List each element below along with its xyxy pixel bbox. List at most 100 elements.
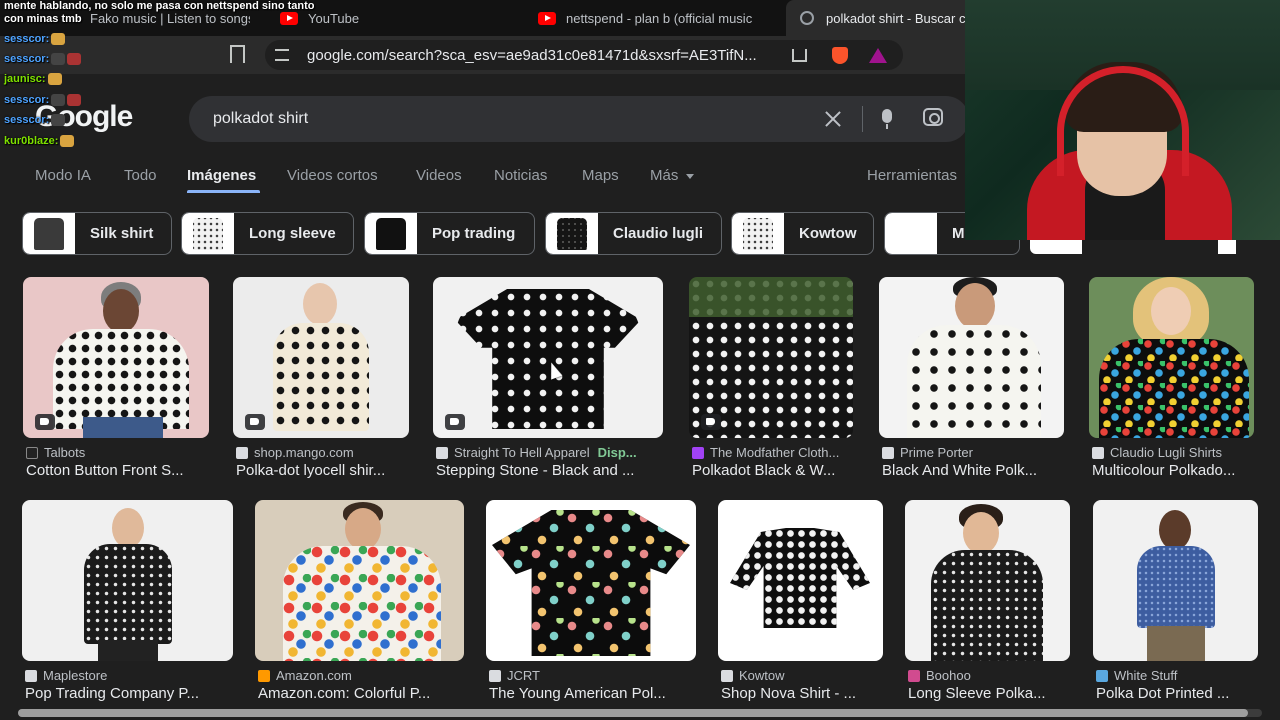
result-image[interactable] [233,277,409,438]
horizontal-scrollbar[interactable] [18,709,1262,717]
result-title[interactable]: Multicolour Polkado... [1092,462,1257,479]
nav-herramientas[interactable]: Herramientas [867,167,957,184]
result-image[interactable] [718,500,883,661]
search-query[interactable]: polkadot shirt [213,110,308,128]
site-settings-icon[interactable] [275,49,289,61]
nav-imagenes[interactable]: Imágenes [187,167,256,184]
image-result[interactable]: Claudio Lugli Shirts Multicolour Polkado… [1089,277,1257,479]
camera-search-icon[interactable] [923,108,943,126]
result-title[interactable]: Polkadot Black & W... [692,462,856,479]
product-tag-icon [445,414,465,430]
chip-kowtow[interactable]: Kowtow [731,212,874,255]
image-result[interactable]: Kowtow Shop Nova Shirt - ... [718,500,883,705]
result-title[interactable]: Long Sleeve Polka... [908,685,1073,702]
chip-claudio-lugli[interactable]: Claudio lugli [545,212,722,255]
chip-pop-trading[interactable]: Pop trading [364,212,535,255]
tab-label: Fako music | Listen to songs [90,10,250,26]
image-result[interactable]: Maplestore Pop Trading Company P... [22,500,233,705]
result-source[interactable]: White Stuff [1096,668,1177,683]
maplestore-icon [25,669,37,682]
brave-shields-icon[interactable] [832,47,848,64]
result-source[interactable]: Maplestore [25,668,107,683]
shirt-graphic [907,325,1041,438]
mic-icon[interactable] [882,109,892,129]
amazon-icon [258,669,270,682]
result-image[interactable] [23,277,209,438]
bookmark-icon[interactable] [230,45,245,65]
result-image[interactable] [486,500,696,661]
image-result[interactable]: Prime Porter Black And White Polk... [879,277,1067,479]
shirt-graphic [1137,546,1215,628]
shirt-thumb [193,217,223,250]
tab-nettspend[interactable]: nettspend - plan b (official music [538,6,768,30]
image-result[interactable]: Talbots Cotton Button Front S... [23,277,212,479]
image-result[interactable]: shop.mango.com Polka-dot lyocell shir... [233,277,412,479]
nav-mas[interactable]: Más [650,167,695,184]
result-image[interactable] [879,277,1064,438]
result-title[interactable]: Polka-dot lyocell shir... [236,462,412,479]
result-source[interactable]: Prime Porter [882,445,973,460]
chip-silk-shirt[interactable]: Silk shirt [22,212,172,255]
result-title[interactable]: Stepping Stone - Black and ... [436,462,666,479]
result-title[interactable]: The Young American Pol... [489,685,699,702]
result-source[interactable]: Amazon.com [258,668,352,683]
result-title[interactable]: Amazon.com: Colorful P... [258,685,467,702]
source-name: JCRT [507,668,540,683]
person-legs [1147,626,1205,661]
modfather-icon [692,446,704,459]
chip-partial-thumbnail[interactable] [1218,240,1236,254]
address-bar[interactable]: google.com/search?sca_esv=ae9ad31c0e8147… [265,40,903,70]
result-title[interactable]: Pop Trading Company P... [25,685,236,702]
result-source[interactable]: Claudio Lugli Shirts [1092,445,1222,460]
tab-label: nettspend - plan b (official music [566,10,753,26]
result-source[interactable]: The Modfather Cloth... [692,445,839,460]
image-result[interactable]: The Modfather Cloth... Polkadot Black & … [689,277,856,479]
nav-todo[interactable]: Todo [124,167,157,184]
image-result[interactable]: White Stuff Polka Dot Printed ... [1093,500,1258,705]
result-source[interactable]: Straight To Hell Apparel Disp... [436,445,637,460]
chip-long-sleeve[interactable]: Long sleeve [181,212,354,255]
emote-icon [51,94,66,107]
image-result[interactable]: Amazon.com Amazon.com: Colorful P... [255,500,464,705]
result-source[interactable]: JCRT [489,668,540,683]
scrollbar-thumb[interactable] [18,709,1248,717]
nav-noticias[interactable]: Noticias [494,167,547,184]
result-source[interactable]: Boohoo [908,668,971,683]
result-source[interactable]: Kowtow [721,668,785,683]
source-name: Maplestore [43,668,108,683]
result-title[interactable]: Polka Dot Printed ... [1096,685,1261,702]
image-result[interactable]: Boohoo Long Sleeve Polka... [905,500,1070,705]
result-image[interactable] [255,500,464,661]
result-image[interactable] [1093,500,1258,661]
image-result[interactable]: JCRT The Young American Pol... [486,500,696,705]
brave-rewards-icon[interactable] [869,48,887,63]
result-title[interactable]: Black And White Polk... [882,462,1067,479]
image-result[interactable]: Straight To Hell Apparel Disp... Stepping… [433,277,666,479]
nav-modo-ia[interactable]: Modo IA [35,167,91,184]
clear-icon[interactable] [822,108,844,130]
kowtow-icon [721,669,733,682]
result-source[interactable]: shop.mango.com [236,445,354,460]
nav-videos-cortos[interactable]: Videos cortos [287,167,378,184]
search-box[interactable]: polkadot shirt [189,96,969,142]
chip-partial-thumbnail[interactable] [1030,240,1082,254]
share-icon[interactable] [792,49,807,62]
result-image[interactable] [905,500,1070,661]
emote-icon [51,53,66,66]
tab-google-search[interactable]: polkadot shirt - Buscar con Google [786,0,976,36]
nav-videos[interactable]: Videos [416,167,462,184]
nav-maps[interactable]: Maps [582,167,619,184]
result-image[interactable] [433,277,663,438]
tab-label: polkadot shirt - Buscar con Google [826,10,976,26]
result-image[interactable] [22,500,233,661]
result-image[interactable] [1089,277,1254,438]
result-title[interactable]: Cotton Button Front S... [26,462,212,479]
url-text: google.com/search?sca_esv=ae9ad31c0e8147… [307,47,757,64]
result-source[interactable]: Talbots [26,445,85,460]
result-image[interactable] [689,277,853,438]
chevron-down-icon [686,173,695,179]
emote-icon [60,135,75,148]
source-name: Amazon.com [276,668,352,683]
result-title[interactable]: Shop Nova Shirt - ... [721,685,886,702]
source-name: Talbots [44,445,86,460]
